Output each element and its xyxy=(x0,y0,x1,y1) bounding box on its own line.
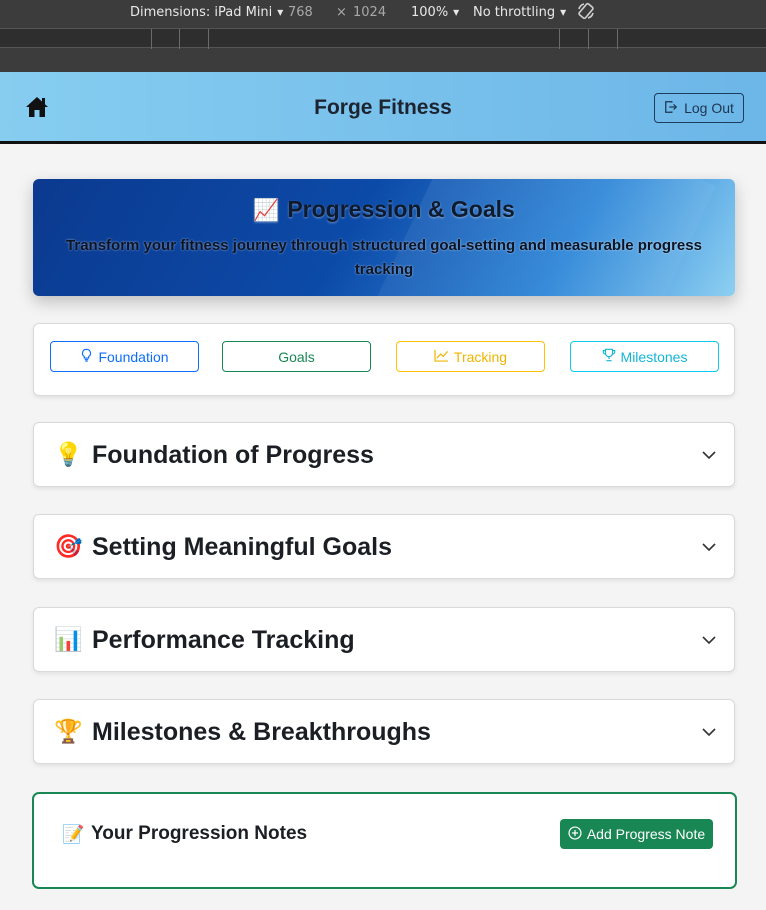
devtools-ruler xyxy=(0,28,766,49)
section-tracking[interactable]: 📊 Performance Tracking xyxy=(33,607,735,672)
memo-icon: 📝 xyxy=(62,824,85,844)
chevron-down-icon[interactable] xyxy=(701,539,717,555)
devtools-toolbar: Dimensions: iPad Mini 768 × 1024 100% No… xyxy=(0,0,766,72)
chevron-down-icon[interactable] xyxy=(701,724,717,740)
device-width-field[interactable]: 768 xyxy=(288,5,313,20)
zoom-select[interactable]: 100% xyxy=(411,5,459,20)
notes-title: Your Progression Notes xyxy=(91,823,308,844)
ruler-tick xyxy=(588,29,589,49)
dimension-times: × xyxy=(336,5,347,20)
trophy-icon xyxy=(602,348,616,365)
plus-circle-icon xyxy=(568,825,582,843)
ruler-tick xyxy=(151,29,152,49)
nav-tracking-label: Tracking xyxy=(453,348,508,365)
section-title: Performance Tracking xyxy=(92,626,355,654)
chevron-down-icon[interactable] xyxy=(701,632,717,648)
lightbulb-icon xyxy=(80,348,93,365)
ruler-tick xyxy=(617,29,618,49)
throttling-select[interactable]: No throttling xyxy=(473,5,566,20)
light-bulb-icon: 💡 xyxy=(54,441,83,467)
progression-notes-card: 📝 Your Progression Notes Add Progress No… xyxy=(32,792,737,889)
nav-goals-label: Goals xyxy=(278,348,315,365)
devtools-controls: Dimensions: iPad Mini 768 × 1024 100% No… xyxy=(0,0,766,28)
quick-nav-card: Foundation Goals Tracking Milestones xyxy=(33,323,735,396)
ruler-tick xyxy=(179,29,180,49)
target-icon: 🎯 xyxy=(54,533,83,559)
section-title: Foundation of Progress xyxy=(92,441,374,469)
graph-up-icon xyxy=(434,349,449,365)
add-progress-note-button[interactable]: Add Progress Note xyxy=(560,819,713,849)
ruler-tick xyxy=(208,29,209,49)
section-title: Milestones & Breakthroughs xyxy=(92,718,431,746)
logout-button[interactable]: Log Out xyxy=(654,93,744,123)
nav-goals-button[interactable]: Goals xyxy=(222,341,371,372)
nav-foundation-button[interactable]: Foundation xyxy=(50,341,199,372)
nav-milestones-button[interactable]: Milestones xyxy=(570,341,719,372)
section-foundation[interactable]: 💡 Foundation of Progress xyxy=(33,422,735,487)
logout-label: Log Out xyxy=(684,100,734,116)
chevron-down-icon[interactable] xyxy=(701,447,717,463)
nav-foundation-label: Foundation xyxy=(98,348,169,365)
hero-title: 📈 Progression & Goals xyxy=(33,196,735,223)
brand-title: Forge Fitness xyxy=(314,96,452,119)
section-goals[interactable]: 🎯 Setting Meaningful Goals xyxy=(33,514,735,579)
nav-milestones-label: Milestones xyxy=(620,348,688,365)
add-progress-note-label: Add Progress Note xyxy=(586,826,706,842)
chart-increasing-icon: 📈 xyxy=(253,199,280,222)
nav-tracking-button[interactable]: Tracking xyxy=(396,341,545,372)
logout-icon xyxy=(664,100,678,117)
trophy-emoji-icon: 🏆 xyxy=(54,718,83,744)
section-milestones[interactable]: 🏆 Milestones & Breakthroughs xyxy=(33,699,735,764)
app-header: Forge Fitness Log Out xyxy=(0,72,766,144)
device-height-field[interactable]: 1024 xyxy=(353,5,386,20)
bar-chart-icon: 📊 xyxy=(54,626,83,652)
hero-subtitle: Transform your fitness journey through s… xyxy=(66,237,702,278)
hero-title-text: Progression & Goals xyxy=(287,196,515,222)
section-title: Setting Meaningful Goals xyxy=(92,533,393,561)
device-select[interactable]: Dimensions: iPad Mini xyxy=(130,5,283,20)
rotate-icon[interactable] xyxy=(576,1,596,26)
ruler-tick xyxy=(559,29,560,49)
hero-banner: 📈 Progression & Goals Transform your fitn… xyxy=(33,179,735,296)
